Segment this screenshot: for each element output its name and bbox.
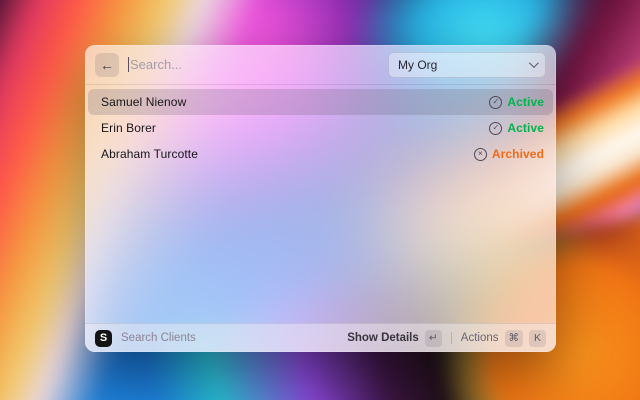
list-item[interactable]: Erin Borer ✓ Active [88, 115, 553, 141]
check-circle-icon: ✓ [489, 121, 503, 135]
x-circle-icon: × [473, 147, 487, 161]
search-header: ← My Org [85, 45, 556, 85]
context-label: Search Clients [121, 332, 196, 344]
list-item[interactable]: Samuel Nienow ✓ Active [88, 89, 553, 115]
arrow-left-icon: ← [100, 56, 114, 73]
text-caret [128, 57, 129, 72]
search-field-wrap [128, 57, 379, 72]
org-dropdown[interactable]: My Org [388, 51, 546, 78]
client-name: Abraham Turcotte [101, 147, 198, 161]
show-details-label: Show Details [347, 332, 419, 344]
client-name: Erin Borer [101, 121, 157, 135]
status-label: Active [507, 121, 544, 135]
footer-divider [450, 332, 452, 344]
back-button[interactable]: ← [95, 52, 119, 77]
list-item[interactable]: Abraham Turcotte × Archived [88, 141, 553, 167]
status-badge: ✓ Active [489, 95, 544, 109]
status-badge: × Archived [473, 147, 544, 161]
command-key-icon: ⌘ [504, 329, 523, 347]
k-key-icon: K [529, 329, 546, 347]
show-details-button[interactable]: Show Details ↵ [347, 329, 442, 347]
status-label: Active [507, 95, 544, 109]
check-circle-icon: ✓ [489, 95, 503, 109]
actions-button[interactable]: Actions ⌘ K [460, 329, 546, 347]
footer-bar: S Search Clients Show Details ↵ Actions … [85, 323, 556, 352]
client-name: Samuel Nienow [101, 95, 187, 109]
return-key-icon: ↵ [424, 329, 442, 347]
status-badge: ✓ Active [489, 121, 544, 135]
command-palette-window: ← My Org Samuel Nienow ✓ Active Erin Bor… [85, 45, 556, 352]
org-dropdown-value: My Org [398, 57, 438, 72]
client-list: Samuel Nienow ✓ Active Erin Borer ✓ Acti… [85, 85, 556, 323]
search-input[interactable] [130, 57, 379, 72]
chevron-down-icon [528, 58, 539, 69]
actions-label: Actions [460, 332, 499, 344]
status-label: Archived [491, 147, 544, 161]
app-logo-icon: S [95, 329, 112, 347]
